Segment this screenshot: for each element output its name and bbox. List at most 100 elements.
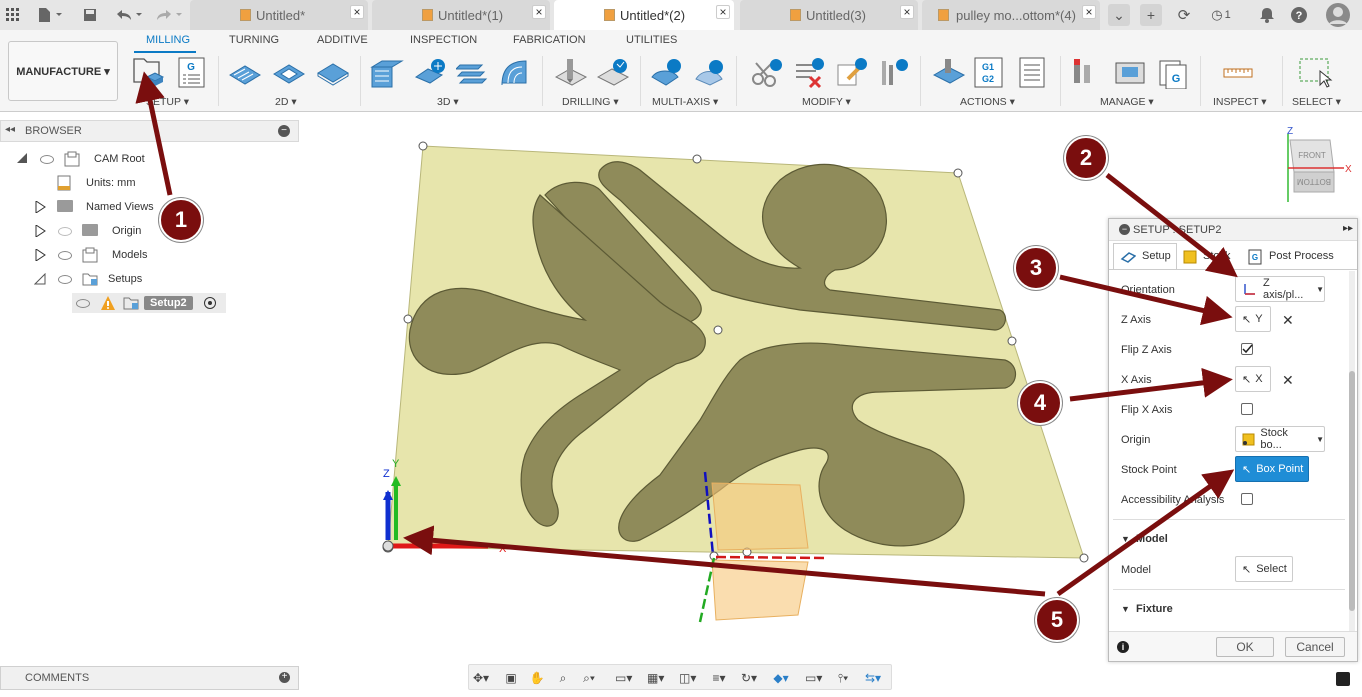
layers-icon[interactable]: ≡▾: [711, 671, 727, 685]
stock-tab-icon: [1183, 250, 1197, 264]
orbit-icon[interactable]: ✥▾: [473, 671, 489, 685]
flip-z-axis-label: Flip Z Axis: [1121, 344, 1172, 356]
accessibility-analysis-label: Accessibility Analysis: [1121, 494, 1225, 506]
tab-post-process[interactable]: G Post Process: [1243, 243, 1347, 269]
select-cursor-icon: ↖: [1242, 313, 1252, 326]
chevron-down-icon: ▼: [1316, 284, 1324, 294]
select-cursor-icon: ↖: [1242, 373, 1252, 386]
callout-3: 3: [1014, 246, 1058, 290]
section-collapse-icon: ▼: [1121, 604, 1130, 614]
add-comment-icon[interactable]: +: [279, 672, 290, 683]
fixture-section-label: Fixture: [1136, 603, 1173, 615]
setup-tab-icon: [1120, 252, 1136, 263]
zoom-window-icon[interactable]: ⌕▾: [581, 671, 597, 685]
flip-x-axis-label: Flip X Axis: [1121, 404, 1173, 416]
z-axis-label: Z Axis: [1121, 314, 1151, 326]
x-axis-value: X: [1255, 373, 1263, 385]
viewcube[interactable]: FRONT BOTTOM Z X: [1287, 126, 1352, 202]
comments-panel[interactable]: COMMENTS +: [0, 666, 299, 690]
orientation-value: Z axis/pl...: [1263, 277, 1304, 301]
dialog-footer: i OK Cancel: [1109, 631, 1357, 661]
stock-box-lower: [711, 559, 809, 621]
viewcube-z-label: Z: [1287, 126, 1293, 137]
section-divider: [1113, 519, 1345, 520]
post-process-tab-icon: G: [1248, 249, 1262, 265]
callout-1: 1: [159, 198, 203, 242]
zoom-icon[interactable]: ⌕: [555, 671, 571, 685]
toolpath-display-icon[interactable]: ⇆▾: [865, 671, 881, 685]
model-section-label: Model: [1136, 533, 1168, 545]
accessibility-analysis-checkbox[interactable]: [1241, 493, 1253, 505]
pan-hand-icon[interactable]: ✋: [529, 671, 545, 685]
look-at-icon[interactable]: ▣: [503, 671, 519, 685]
select-cursor-icon: ↖: [1242, 463, 1252, 476]
viewcube-x-label: X: [1345, 164, 1352, 175]
orientation-axis-icon: [1244, 284, 1255, 295]
fixture-section-header[interactable]: ▼ Fixture: [1121, 603, 1173, 615]
select-cursor-icon: ↖: [1242, 563, 1252, 576]
stock-point-button[interactable]: ↖ Box Point: [1235, 456, 1309, 482]
stock-display-icon[interactable]: ◆▾: [773, 671, 789, 685]
tab-setup[interactable]: Setup: [1113, 243, 1177, 269]
model-section-header[interactable]: ▼ Model: [1121, 533, 1168, 545]
comments-label: COMMENTS: [25, 672, 90, 684]
dialog-scrollbar[interactable]: [1349, 271, 1355, 631]
navigation-bar: ✥▾ ▣ ✋ ⌕ ⌕▾ ▭▾ ▦▾ ◫▾ ≡▾ ↻▾ ◆▾ ▭▾ ⫯▾ ⇆▾: [468, 664, 892, 690]
setup-dialog: − SETUP : SETUP2 ▸▸ Setup Stock G Post P…: [1108, 218, 1358, 662]
tool-display-icon[interactable]: ⫯▾: [835, 671, 851, 685]
ok-button[interactable]: OK: [1216, 637, 1274, 657]
tab-stock-label: Stock: [1203, 250, 1231, 262]
callout-2: 2: [1064, 136, 1108, 180]
model-label: Model: [1121, 564, 1151, 576]
z-axis-value: Y: [1255, 313, 1263, 325]
x-axis-selector[interactable]: ↖ X: [1235, 366, 1271, 392]
cancel-button[interactable]: Cancel: [1285, 637, 1345, 657]
collapse-dialog-icon[interactable]: −: [1119, 224, 1130, 235]
flip-z-axis-checkbox[interactable]: [1241, 343, 1253, 355]
triad-z-label: Z: [383, 468, 390, 480]
section-collapse-icon: ▼: [1121, 534, 1130, 544]
origin-value: Stock bo...: [1260, 427, 1288, 451]
callout-5: 5: [1035, 598, 1079, 642]
tab-post-process-label: Post Process: [1269, 250, 1334, 262]
viewcube-front-label[interactable]: FRONT: [1298, 151, 1326, 160]
triad-x-label: X: [499, 543, 507, 555]
callout-4: 4: [1018, 381, 1062, 425]
stock-point-label: Stock Point: [1121, 464, 1177, 476]
clear-z-axis-close-icon[interactable]: ✕: [1282, 312, 1294, 329]
flip-x-axis-checkbox[interactable]: [1241, 403, 1253, 415]
text-commands-icon[interactable]: [1336, 672, 1350, 686]
section-divider: [1113, 589, 1345, 590]
triad-y-label: Y: [392, 458, 400, 470]
model-select-value: Select: [1256, 563, 1287, 575]
setup-dialog-title: SETUP : SETUP2: [1133, 224, 1222, 236]
display-settings-icon[interactable]: ▭▾: [615, 671, 632, 685]
setup-y-axis: [698, 557, 716, 623]
tab-setup-label: Setup: [1142, 250, 1171, 262]
setup-x-axis: [715, 555, 827, 560]
grid-settings-icon[interactable]: ▦▾: [647, 671, 664, 685]
chevron-down-icon: ▼: [1316, 434, 1324, 444]
orientation-label: Orientation: [1121, 284, 1175, 296]
stock-box-origin-icon: [1242, 433, 1255, 446]
viewcube-bottom-label[interactable]: BOTTOM: [1297, 177, 1331, 186]
model-select-button[interactable]: ↖ Select: [1235, 556, 1293, 582]
stock-point-value: Box Point: [1256, 463, 1304, 475]
info-icon[interactable]: i: [1117, 641, 1129, 653]
setup-dialog-header[interactable]: − SETUP : SETUP2 ▸▸: [1109, 219, 1357, 241]
clear-x-axis-close-icon[interactable]: ✕: [1282, 372, 1294, 389]
origin-label: Origin: [1121, 434, 1151, 446]
stock-box-upper: [711, 482, 809, 551]
fusion-window: Untitled* × Untitled*(1) × Untitled*(2) …: [0, 0, 1362, 697]
z-axis-selector[interactable]: ↖ Y: [1235, 306, 1271, 332]
expand-dialog-icon[interactable]: ▸▸: [1343, 223, 1353, 234]
tab-stock[interactable]: Stock: [1179, 243, 1241, 269]
tab-divider: [1109, 269, 1357, 270]
rotate-refresh-icon[interactable]: ↻▾: [741, 671, 757, 685]
svg-text:G: G: [1252, 253, 1258, 262]
orientation-dropdown[interactable]: Z axis/pl... ▼: [1235, 276, 1325, 302]
machine-view-icon[interactable]: ▭▾: [805, 671, 822, 685]
view-cube-settings-icon[interactable]: ◫▾: [679, 671, 696, 685]
x-axis-label: X Axis: [1121, 374, 1152, 386]
origin-dropdown[interactable]: Stock bo... ▼: [1235, 426, 1325, 452]
